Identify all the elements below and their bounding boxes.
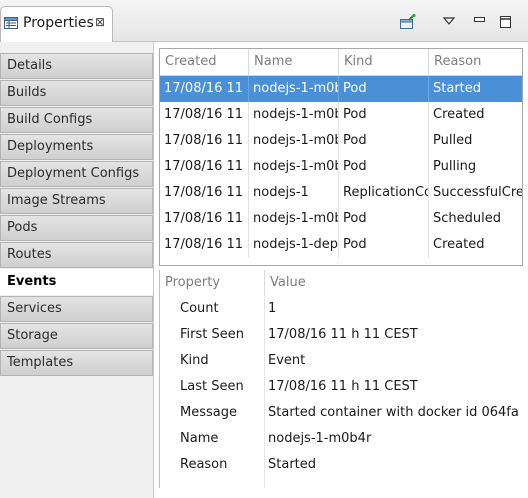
cell-created: 17/08/16 11 h 11 CEST [160, 180, 249, 206]
property-table[interactable]: Property Value Count 1 First Seen 17/08/… [159, 270, 528, 488]
side-tab-deployment-configs[interactable]: Deployment Configs [0, 161, 153, 187]
property-row[interactable]: Count 1 [160, 296, 528, 322]
column-header-property[interactable]: Property [160, 270, 265, 296]
side-tab-label: Templates [7, 355, 74, 370]
side-tab-label: Pods [7, 220, 38, 235]
side-tab-services[interactable]: Services [0, 296, 153, 322]
close-icon[interactable]: ⊠ [95, 15, 105, 29]
cell-reason: Scheduled [433, 211, 501, 226]
property-value: Started [268, 457, 317, 472]
property-key: Last Seen [180, 379, 244, 394]
table-row[interactable]: 17/08/16 11 h 11 CEST nodejs-1 Replicati… [160, 180, 522, 206]
property-value: Started container with docker id 064fa [268, 405, 519, 420]
property-row[interactable]: Message Started container with docker id… [160, 400, 528, 426]
property-key: Kind [180, 353, 209, 368]
cell-reason: Created [433, 237, 485, 252]
column-header-kind[interactable]: Kind [339, 49, 429, 75]
side-tab-label: Storage [7, 328, 58, 343]
cell-created: 17/08/16 11 h 11 CEST [160, 232, 249, 258]
table-header: Created Name Kind Reason [160, 49, 522, 76]
cell-kind: Pod [339, 154, 429, 180]
table-header: Property Value [160, 270, 528, 296]
property-value: Event [268, 353, 306, 368]
tab-properties-label: Properties [23, 15, 94, 31]
cell-name: nodejs-1-m0b4r [249, 206, 339, 232]
table-row[interactable]: 17/08/16 11 h 11 CEST nodejs-1-m0b4r Pod… [160, 76, 522, 102]
events-table[interactable]: Created Name Kind Reason 17/08/16 11 h 1… [159, 48, 523, 266]
cell-name: nodejs-1-deploy [249, 232, 339, 258]
property-key: Count [180, 301, 219, 316]
property-value: 1 [268, 301, 277, 316]
side-tab-label: Events [7, 274, 57, 289]
cell-name: nodejs-1-m0b4r [249, 154, 339, 180]
side-tab-builds[interactable]: Builds [0, 80, 153, 106]
cell-reason: Started [433, 81, 482, 96]
cell-kind: Pod [339, 76, 429, 102]
cell-name: nodejs-1-m0b4r [249, 76, 339, 102]
table-row[interactable]: 17/08/16 11 h 11 CEST nodejs-1-m0b4r Pod… [160, 102, 522, 128]
property-key: Message [180, 405, 237, 420]
property-row[interactable]: Reason Started [160, 452, 528, 478]
side-tab-image-streams[interactable]: Image Streams [0, 188, 153, 214]
tab-properties[interactable]: Properties ⊠ [0, 6, 113, 42]
side-tab-label: Routes [7, 247, 52, 262]
side-tab-label: Deployments [7, 139, 94, 154]
cell-created: 17/08/16 11 h 11 CEST [160, 206, 249, 232]
properties-icon [4, 17, 18, 29]
table-row[interactable]: 17/08/16 11 h 11 CEST nodejs-1-m0b4r Pod… [160, 154, 522, 180]
side-tab-pods[interactable]: Pods [0, 215, 153, 241]
column-header-name[interactable]: Name [249, 49, 339, 75]
side-tab-label: Image Streams [7, 193, 106, 208]
property-key: Name [180, 431, 219, 446]
table-row[interactable]: 17/08/16 11 h 11 CEST nodejs-1-m0b4r Pod… [160, 206, 522, 232]
column-header-value[interactable]: Value [265, 270, 528, 296]
column-header-reason[interactable]: Reason [429, 49, 522, 75]
side-tab-deployments[interactable]: Deployments [0, 134, 153, 160]
side-tab-storage[interactable]: Storage [0, 323, 153, 349]
table-row[interactable]: 17/08/16 11 h 11 CEST nodejs-1-deploy Po… [160, 232, 522, 258]
property-value: nodejs-1-m0b4r [268, 431, 372, 446]
side-tab-label: Details [7, 58, 53, 73]
cell-kind: ReplicationController [339, 180, 429, 206]
property-value: 17/08/16 11 h 11 CEST [268, 379, 418, 394]
view-menu-icon[interactable] [440, 14, 458, 30]
side-tab-label: Builds [7, 85, 47, 100]
property-row[interactable]: Kind Event [160, 348, 528, 374]
property-row[interactable]: Name nodejs-1-m0b4r [160, 426, 528, 452]
side-tab-build-configs[interactable]: Build Configs [0, 107, 153, 133]
side-tab-routes[interactable]: Routes [0, 242, 153, 268]
property-key: First Seen [180, 327, 244, 342]
property-value: 17/08/16 11 h 11 CEST [268, 327, 418, 342]
cell-reason: Pulled [433, 133, 473, 148]
side-tab-templates[interactable]: Templates [0, 350, 153, 376]
cell-reason: SuccessfulCreate [433, 185, 522, 200]
side-tab-label: Build Configs [7, 112, 93, 127]
cell-kind: Pod [339, 128, 429, 154]
cell-kind: Pod [339, 206, 429, 232]
cell-name: nodejs-1-m0b4r [249, 128, 339, 154]
side-tab-label: Deployment Configs [7, 166, 140, 181]
cell-created: 17/08/16 11 h 11 CEST [160, 154, 249, 180]
cell-created: 17/08/16 11 h 11 CEST [160, 102, 249, 128]
property-key: Reason [180, 457, 228, 472]
cell-reason: Created [433, 107, 485, 122]
minimize-icon[interactable] [471, 14, 489, 30]
cell-kind: Pod [339, 232, 429, 258]
view-titlebar: Properties ⊠ [0, 0, 528, 42]
cell-kind: Pod [339, 102, 429, 128]
pin-icon[interactable] [399, 14, 417, 30]
table-row[interactable]: 17/08/16 11 h 11 CEST nodejs-1-m0b4r Pod… [160, 128, 522, 154]
maximize-icon[interactable] [497, 14, 515, 30]
cell-name: nodejs-1 [249, 180, 339, 206]
property-row[interactable]: Last Seen 17/08/16 11 h 11 CEST [160, 374, 528, 400]
property-row[interactable]: First Seen 17/08/16 11 h 11 CEST [160, 322, 528, 348]
column-header-created[interactable]: Created [160, 49, 249, 75]
cell-created: 17/08/16 11 h 11 CEST [160, 128, 249, 154]
cell-reason: Pulling [433, 159, 477, 174]
side-tab-events[interactable]: Events [0, 269, 155, 295]
side-tab-label: Services [7, 301, 62, 316]
cell-name: nodejs-1-m0b4r [249, 102, 339, 128]
side-tab-details[interactable]: Details [0, 53, 153, 79]
cell-created: 17/08/16 11 h 11 CEST [160, 76, 249, 102]
